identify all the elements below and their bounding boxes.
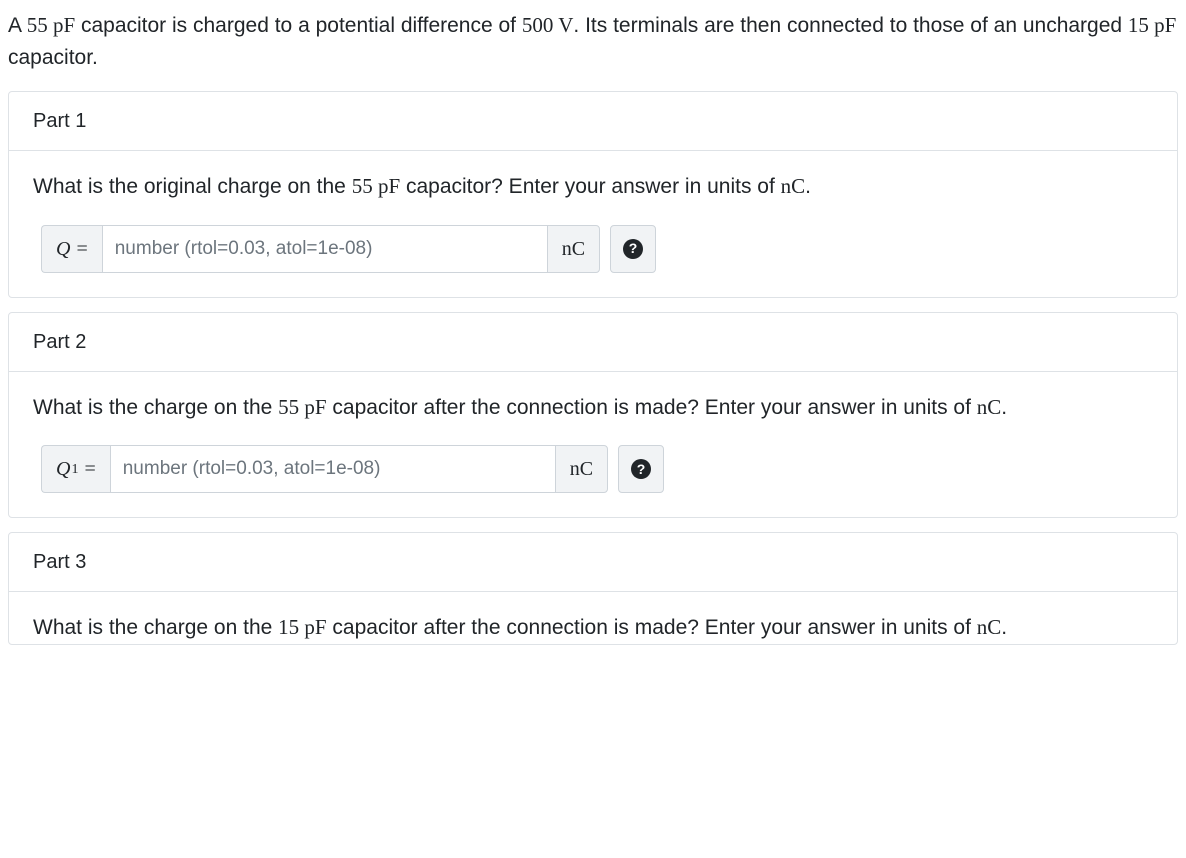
part-2-unit-label: nC [555, 445, 608, 493]
part-1-answer-input[interactable] [102, 225, 547, 273]
part-2: Part 2 What is the charge on the 55 pF c… [8, 312, 1178, 519]
part-3: Part 3 What is the charge on the 15 pF c… [8, 532, 1178, 645]
part-2-answer-input[interactable] [110, 445, 555, 493]
part-2-help-button[interactable]: ? [618, 445, 664, 493]
part-3-question: What is the charge on the 15 pF capacito… [33, 612, 1153, 644]
part-1-question: What is the original charge on the 55 pF… [33, 171, 1153, 203]
part-2-input-row: Q1 = nC ? [33, 445, 1153, 493]
part-2-variable-label: Q1 = [41, 445, 110, 493]
part-1-input-row: Q = nC ? [33, 225, 1153, 273]
part-2-question: What is the charge on the 55 pF capacito… [33, 392, 1153, 424]
part-1-unit-label: nC [547, 225, 600, 273]
problem-intro: A 55 pF capacitor is charged to a potent… [8, 10, 1178, 73]
part-1-help-button[interactable]: ? [610, 225, 656, 273]
part-1-variable-label: Q = [41, 225, 102, 273]
part-1-header: Part 1 [9, 92, 1177, 151]
help-icon: ? [623, 239, 643, 259]
part-2-header: Part 2 [9, 313, 1177, 372]
part-3-header: Part 3 [9, 533, 1177, 592]
help-icon: ? [631, 459, 651, 479]
part-1: Part 1 What is the original charge on th… [8, 91, 1178, 298]
